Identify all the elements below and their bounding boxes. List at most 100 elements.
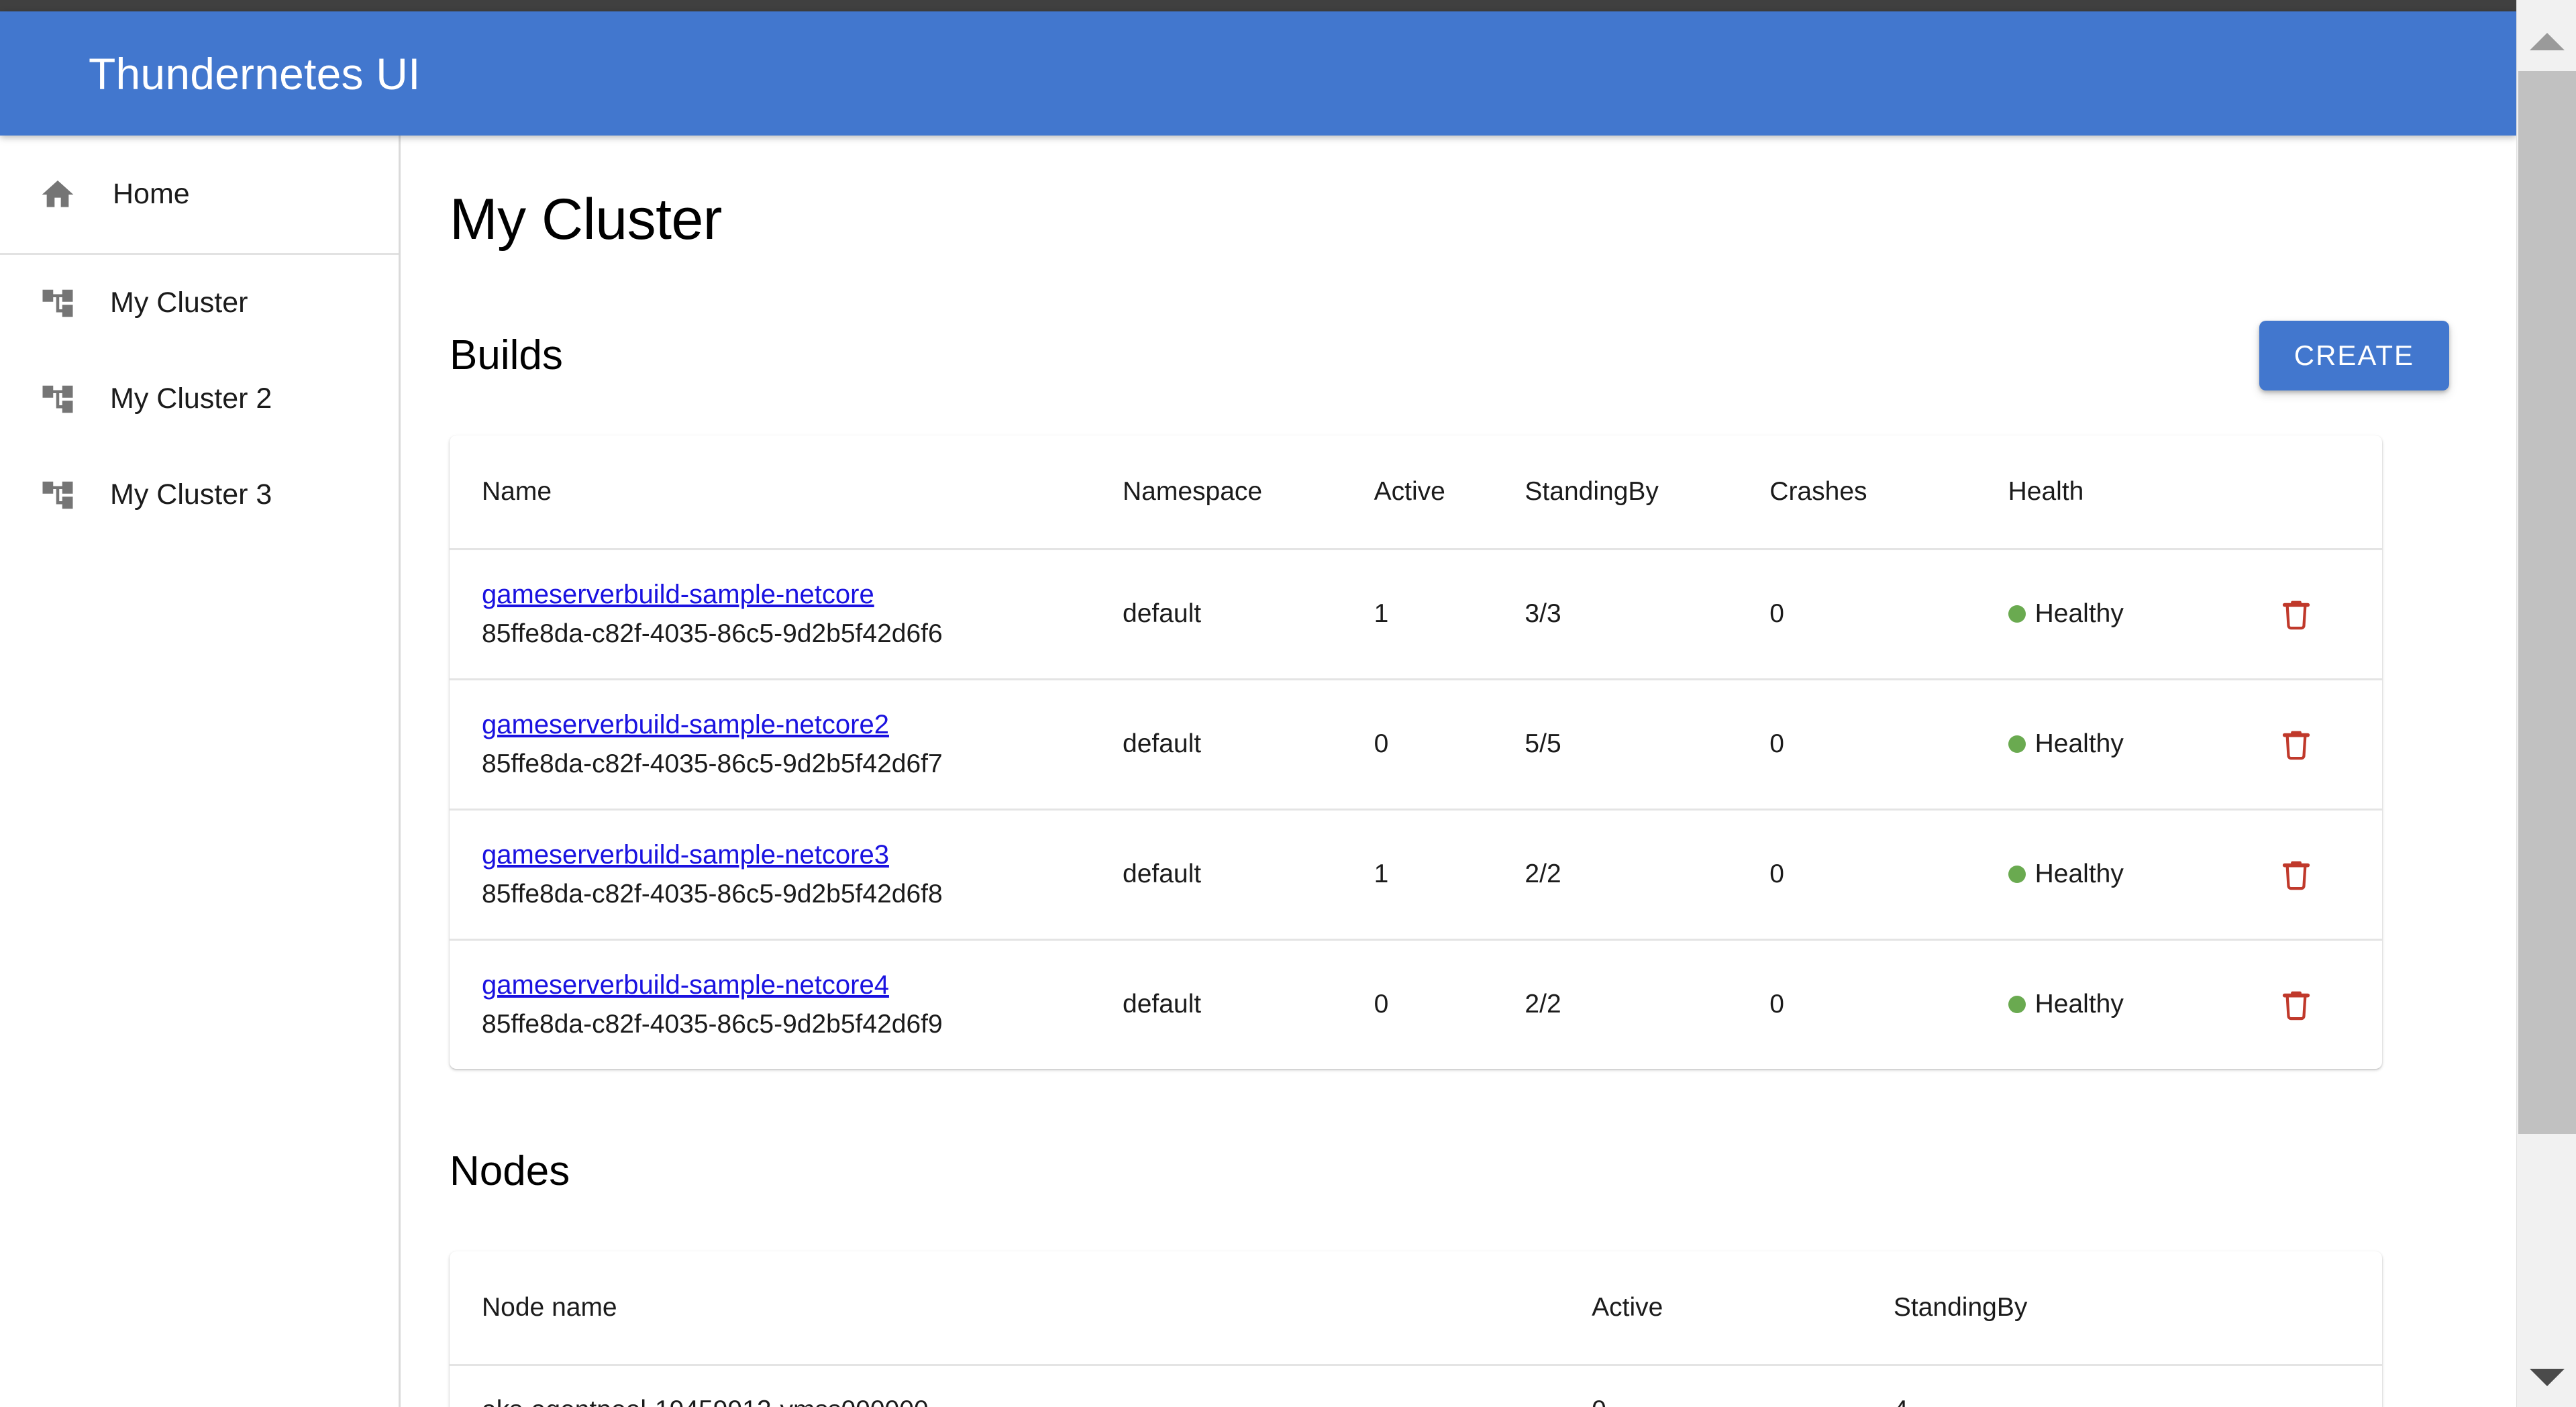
sidebar-item-my-cluster-2[interactable]: My Cluster 2 <box>0 351 399 447</box>
col-header-actions <box>2266 435 2382 550</box>
nodes-header-row: Node name Active StandingBy <box>450 1251 2382 1366</box>
scroll-down-button[interactable] <box>2517 1347 2576 1407</box>
browser-chrome-strip <box>0 0 2576 11</box>
table-row: gameserverbuild-sample-netcore3 85ffe8da… <box>450 809 2382 941</box>
status-badge: Healthy <box>2008 729 2267 759</box>
app-bar: Thundernetes UI <box>0 11 2516 136</box>
status-badge: Healthy <box>2008 599 2267 629</box>
status-dot-icon <box>2008 735 2026 753</box>
sidebar-item-my-cluster-3[interactable]: My Cluster 3 <box>0 447 399 543</box>
build-actions-cell <box>2266 809 2382 941</box>
col-header-standingby: StandingBy <box>1525 435 1770 550</box>
build-crashes: 0 <box>1769 809 2008 941</box>
trash-icon <box>2281 987 2312 1022</box>
build-actions-cell <box>2266 939 2382 1069</box>
build-namespace: default <box>1123 809 1374 941</box>
build-health-cell: Healthy <box>2008 679 2267 811</box>
nodes-section-title: Nodes <box>450 1148 570 1195</box>
build-crashes: 0 <box>1769 679 2008 811</box>
build-health-cell: Healthy <box>2008 549 2267 680</box>
build-link[interactable]: gameserverbuild-sample-netcore4 <box>482 970 889 1000</box>
builds-table: Name Namespace Active StandingBy Crashes… <box>450 435 2382 1069</box>
account-tree-icon <box>30 285 86 321</box>
build-id: 85ffe8da-c82f-4035-86c5-9d2b5f42d6f8 <box>482 879 943 908</box>
nodes-table-wrapper: Node name Active StandingBy aks-agentpoo… <box>450 1251 2449 1407</box>
build-crashes: 0 <box>1769 990 1784 1019</box>
build-name-cell: gameserverbuild-sample-netcore3 85ffe8da… <box>450 809 1123 941</box>
table-row: aks-agentpool-19459912-vmss000000 0 4 <box>450 1365 2382 1407</box>
node-name: aks-agentpool-19459912-vmss000000 <box>450 1365 1592 1407</box>
page-title: My Cluster <box>450 187 722 252</box>
status-dot-icon <box>2008 996 2026 1014</box>
builds-section-title: Builds <box>450 332 563 379</box>
sidebar-item-my-cluster[interactable]: My Cluster <box>0 255 399 351</box>
build-active: 1 <box>1374 809 1525 941</box>
build-standingby: 3/3 <box>1525 549 1770 680</box>
sidebar-item-home[interactable]: Home <box>0 136 399 253</box>
build-standingby: 5/5 <box>1525 679 1770 811</box>
home-icon <box>30 176 86 213</box>
trash-icon <box>2281 857 2312 892</box>
build-active: 1 <box>1374 549 1525 680</box>
builds-table-head: Name Namespace Active StandingBy Crashes… <box>450 435 2382 550</box>
build-standingby: 2/2 <box>1525 990 1561 1019</box>
table-row: gameserverbuild-sample-netcore2 85ffe8da… <box>450 679 2382 811</box>
build-active: 0 <box>1374 990 1389 1019</box>
build-id: 85ffe8da-c82f-4035-86c5-9d2b5f42d6f6 <box>482 619 943 648</box>
app-root: Thundernetes UI Home My Cluster My Clust… <box>0 0 2576 1407</box>
col-header-node-active: Active <box>1592 1251 1894 1366</box>
vertical-scrollbar[interactable] <box>2516 0 2576 1407</box>
status-dot-icon <box>2008 605 2026 623</box>
create-button[interactable]: CREATE <box>2259 320 2449 390</box>
build-actions-cell <box>2266 549 2382 680</box>
build-crashes: 0 <box>1769 549 2008 680</box>
col-header-crashes: Crashes <box>1769 435 2008 550</box>
build-namespace: default <box>1123 990 1202 1019</box>
status-label: Healthy <box>2034 729 2124 759</box>
sidebar-item-label: My Cluster 2 <box>110 382 272 415</box>
status-badge: Healthy <box>2008 990 2267 1019</box>
sidebar-item-label: Home <box>113 178 190 210</box>
scroll-up-button[interactable] <box>2517 11 2576 71</box>
build-id: 85ffe8da-c82f-4035-86c5-9d2b5f42d6f7 <box>482 749 943 778</box>
chevron-up-icon <box>2529 32 2565 50</box>
nodes-table: Node name Active StandingBy aks-agentpoo… <box>450 1251 2382 1407</box>
build-link[interactable]: gameserverbuild-sample-netcore3 <box>482 840 889 870</box>
account-tree-icon <box>30 381 86 417</box>
status-label: Healthy <box>2034 599 2124 629</box>
builds-section-header: Builds CREATE <box>450 297 2449 414</box>
delete-build-button[interactable] <box>2266 857 2326 892</box>
build-name-cell: gameserverbuild-sample-netcore4 85ffe8da… <box>450 939 1123 1069</box>
chevron-down-icon <box>2529 1368 2565 1386</box>
col-header-name: Name <box>450 435 1123 550</box>
build-link[interactable]: gameserverbuild-sample-netcore <box>482 580 874 610</box>
col-header-node-standingby: StandingBy <box>1893 1251 2382 1366</box>
table-row: gameserverbuild-sample-netcore4 85ffe8da… <box>450 939 2382 1069</box>
build-standingby: 2/2 <box>1525 809 1770 941</box>
build-health-cell: Healthy <box>2008 939 2267 1069</box>
nodes-table-body: aks-agentpool-19459912-vmss000000 0 4 <box>450 1365 2382 1407</box>
main-content: My Cluster Builds CREATE Name Namespace … <box>403 136 2516 1407</box>
build-link[interactable]: gameserverbuild-sample-netcore2 <box>482 710 889 740</box>
delete-build-button[interactable] <box>2266 596 2326 631</box>
status-label: Healthy <box>2034 859 2124 889</box>
sidebar-item-label: My Cluster <box>110 286 248 319</box>
scrollbar-thumb[interactable] <box>2518 71 2576 1134</box>
build-namespace: default <box>1123 679 1374 811</box>
builds-card: Name Namespace Active StandingBy Crashes… <box>450 435 2382 1069</box>
trash-icon <box>2281 596 2312 631</box>
build-health-cell: Healthy <box>2008 809 2267 941</box>
node-standingby: 4 <box>1894 1365 2382 1407</box>
delete-build-button[interactable] <box>2266 987 2326 1022</box>
table-row: gameserverbuild-sample-netcore 85ffe8da-… <box>450 549 2382 680</box>
trash-icon <box>2281 727 2312 762</box>
build-actions-cell <box>2266 679 2382 811</box>
delete-build-button[interactable] <box>2266 727 2326 762</box>
status-dot-icon <box>2008 866 2026 884</box>
status-badge: Healthy <box>2008 859 2267 889</box>
build-namespace: default <box>1123 549 1374 680</box>
status-label: Healthy <box>2034 990 2124 1019</box>
sidebar: Home My Cluster My Cluster 2 My Cluster … <box>0 136 401 1407</box>
build-name-cell: gameserverbuild-sample-netcore 85ffe8da-… <box>450 549 1123 680</box>
col-header-active: Active <box>1374 435 1525 550</box>
